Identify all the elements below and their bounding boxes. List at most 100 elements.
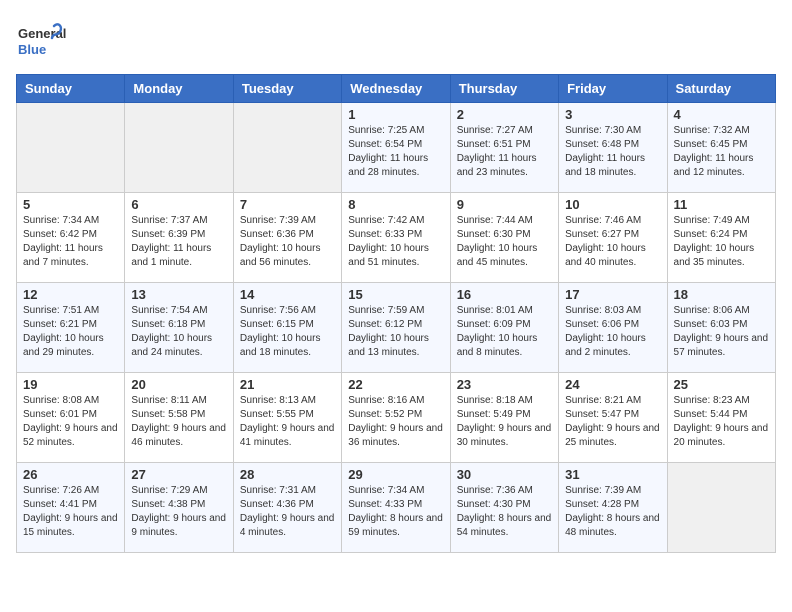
day-number: 10 xyxy=(565,197,660,212)
day-cell: 7 Sunrise: 7:39 AMSunset: 6:36 PMDaylight… xyxy=(233,193,341,283)
day-number: 21 xyxy=(240,377,335,392)
day-info: Sunrise: 7:39 AMSunset: 6:36 PMDaylight:… xyxy=(240,214,335,270)
week-row-1: 1Sunrise: 7:25 AMSunset: 6:54 PMDaylight… xyxy=(17,103,776,193)
day-info: Sunrise: 7:37 AMSunset: 6:39 PMDaylight:… xyxy=(131,214,226,270)
day-info: Sunrise: 7:30 AMSunset: 6:48 PMDaylight:… xyxy=(565,124,660,180)
day-cell: 24Sunrise: 8:21 AMSunset: 5:47 PMDayligh… xyxy=(559,373,667,463)
day-number: 19 xyxy=(23,377,118,392)
day-info: Sunrise: 7:29 AMSunset: 4:38 PMDaylight:… xyxy=(131,484,226,540)
day-info: Sunrise: 8:18 AMSunset: 5:49 PMDaylight:… xyxy=(457,394,552,450)
day-info: Sunrise: 7:46 AMSunset: 6:27 PMDaylight:… xyxy=(565,214,660,270)
calendar-table: SundayMondayTuesdayWednesdayThursdayFrid… xyxy=(16,74,776,553)
day-number: 2 xyxy=(457,107,552,122)
calendar-header-row: SundayMondayTuesdayWednesdayThursdayFrid… xyxy=(17,75,776,103)
day-number: 20 xyxy=(131,377,226,392)
day-info: Sunrise: 8:01 AMSunset: 6:09 PMDaylight:… xyxy=(457,304,552,360)
day-info: Sunrise: 7:51 AMSunset: 6:21 PMDaylight:… xyxy=(23,304,118,360)
day-info: Sunrise: 8:23 AMSunset: 5:44 PMDaylight:… xyxy=(674,394,769,450)
day-info: Sunrise: 7:44 AMSunset: 6:30 PMDaylight:… xyxy=(457,214,552,270)
day-number: 23 xyxy=(457,377,552,392)
day-number: 24 xyxy=(565,377,660,392)
day-number: 3 xyxy=(565,107,660,122)
day-cell: 8 Sunrise: 7:42 AMSunset: 6:33 PMDaylight… xyxy=(342,193,450,283)
day-number: 4 xyxy=(674,107,769,122)
day-cell: 29 Sunrise: 7:34 AMSunset: 4:33 PMDayligh… xyxy=(342,463,450,553)
day-number: 11 xyxy=(674,197,769,212)
column-header-monday: Monday xyxy=(125,75,233,103)
day-info: Sunrise: 7:49 AMSunset: 6:24 PMDaylight:… xyxy=(674,214,769,270)
day-info: Sunrise: 7:54 AMSunset: 6:18 PMDaylight:… xyxy=(131,304,226,360)
day-cell xyxy=(233,103,341,193)
day-cell: 21 Sunrise: 8:13 AMSunset: 5:55 PMDayligh… xyxy=(233,373,341,463)
day-cell: 25 Sunrise: 8:23 AMSunset: 5:44 PMDayligh… xyxy=(667,373,775,463)
day-cell xyxy=(125,103,233,193)
day-cell: 31 Sunrise: 7:39 AMSunset: 4:28 PMDayligh… xyxy=(559,463,667,553)
day-cell: 14Sunrise: 7:56 AMSunset: 6:15 PMDayligh… xyxy=(233,283,341,373)
svg-text:Blue: Blue xyxy=(18,42,46,57)
day-number: 15 xyxy=(348,287,443,302)
day-number: 27 xyxy=(131,467,226,482)
page-header: General Blue xyxy=(16,16,776,66)
day-info: Sunrise: 7:36 AMSunset: 4:30 PMDaylight:… xyxy=(457,484,552,540)
day-cell: 4 Sunrise: 7:32 AMSunset: 6:45 PMDaylight… xyxy=(667,103,775,193)
day-info: Sunrise: 8:13 AMSunset: 5:55 PMDaylight:… xyxy=(240,394,335,450)
day-number: 22 xyxy=(348,377,443,392)
day-cell: 17 Sunrise: 8:03 AMSunset: 6:06 PMDayligh… xyxy=(559,283,667,373)
day-number: 6 xyxy=(131,197,226,212)
day-cell: 20 Sunrise: 8:11 AMSunset: 5:58 PMDayligh… xyxy=(125,373,233,463)
day-number: 25 xyxy=(674,377,769,392)
day-number: 28 xyxy=(240,467,335,482)
column-header-saturday: Saturday xyxy=(667,75,775,103)
day-cell: 12 Sunrise: 7:51 AMSunset: 6:21 PMDayligh… xyxy=(17,283,125,373)
day-cell: 1Sunrise: 7:25 AMSunset: 6:54 PMDaylight… xyxy=(342,103,450,193)
day-info: Sunrise: 7:56 AMSunset: 6:15 PMDaylight:… xyxy=(240,304,335,360)
day-number: 13 xyxy=(131,287,226,302)
day-info: Sunrise: 7:31 AMSunset: 4:36 PMDaylight:… xyxy=(240,484,335,540)
column-header-wednesday: Wednesday xyxy=(342,75,450,103)
day-number: 31 xyxy=(565,467,660,482)
day-cell: 15 Sunrise: 7:59 AMSunset: 6:12 PMDayligh… xyxy=(342,283,450,373)
day-number: 16 xyxy=(457,287,552,302)
day-number: 1 xyxy=(348,107,443,122)
day-cell: 27 Sunrise: 7:29 AMSunset: 4:38 PMDayligh… xyxy=(125,463,233,553)
day-cell xyxy=(17,103,125,193)
day-cell: 10 Sunrise: 7:46 AMSunset: 6:27 PMDayligh… xyxy=(559,193,667,283)
day-info: Sunrise: 8:03 AMSunset: 6:06 PMDaylight:… xyxy=(565,304,660,360)
day-info: Sunrise: 7:26 AMSunset: 4:41 PMDaylight:… xyxy=(23,484,118,540)
day-number: 7 xyxy=(240,197,335,212)
week-row-4: 19 Sunrise: 8:08 AMSunset: 6:01 PMDayligh… xyxy=(17,373,776,463)
day-cell: 2 Sunrise: 7:27 AMSunset: 6:51 PMDaylight… xyxy=(450,103,558,193)
day-cell: 22Sunrise: 8:16 AMSunset: 5:52 PMDayligh… xyxy=(342,373,450,463)
logo: General Blue xyxy=(16,16,66,66)
day-number: 9 xyxy=(457,197,552,212)
day-number: 18 xyxy=(674,287,769,302)
day-cell: 11 Sunrise: 7:49 AMSunset: 6:24 PMDayligh… xyxy=(667,193,775,283)
day-cell: 3 Sunrise: 7:30 AMSunset: 6:48 PMDaylight… xyxy=(559,103,667,193)
week-row-3: 12 Sunrise: 7:51 AMSunset: 6:21 PMDayligh… xyxy=(17,283,776,373)
day-cell: 30Sunrise: 7:36 AMSunset: 4:30 PMDayligh… xyxy=(450,463,558,553)
column-header-thursday: Thursday xyxy=(450,75,558,103)
day-cell xyxy=(667,463,775,553)
day-info: Sunrise: 7:34 AMSunset: 6:42 PMDaylight:… xyxy=(23,214,118,270)
day-info: Sunrise: 7:32 AMSunset: 6:45 PMDaylight:… xyxy=(674,124,769,180)
day-number: 17 xyxy=(565,287,660,302)
day-number: 29 xyxy=(348,467,443,482)
day-info: Sunrise: 7:59 AMSunset: 6:12 PMDaylight:… xyxy=(348,304,443,360)
day-number: 8 xyxy=(348,197,443,212)
day-info: Sunrise: 7:34 AMSunset: 4:33 PMDaylight:… xyxy=(348,484,443,540)
day-cell: 9 Sunrise: 7:44 AMSunset: 6:30 PMDaylight… xyxy=(450,193,558,283)
day-number: 5 xyxy=(23,197,118,212)
day-number: 12 xyxy=(23,287,118,302)
day-info: Sunrise: 8:11 AMSunset: 5:58 PMDaylight:… xyxy=(131,394,226,450)
day-info: Sunrise: 7:42 AMSunset: 6:33 PMDaylight:… xyxy=(348,214,443,270)
column-header-friday: Friday xyxy=(559,75,667,103)
day-info: Sunrise: 7:39 AMSunset: 4:28 PMDaylight:… xyxy=(565,484,660,540)
day-cell: 5 Sunrise: 7:34 AMSunset: 6:42 PMDaylight… xyxy=(17,193,125,283)
week-row-5: 26Sunrise: 7:26 AMSunset: 4:41 PMDayligh… xyxy=(17,463,776,553)
day-cell: 13 Sunrise: 7:54 AMSunset: 6:18 PMDayligh… xyxy=(125,283,233,373)
week-row-2: 5 Sunrise: 7:34 AMSunset: 6:42 PMDaylight… xyxy=(17,193,776,283)
day-info: Sunrise: 7:27 AMSunset: 6:51 PMDaylight:… xyxy=(457,124,552,180)
logo-svg: General Blue xyxy=(16,16,66,66)
day-info: Sunrise: 8:08 AMSunset: 6:01 PMDaylight:… xyxy=(23,394,118,450)
day-cell: 18Sunrise: 8:06 AMSunset: 6:03 PMDayligh… xyxy=(667,283,775,373)
